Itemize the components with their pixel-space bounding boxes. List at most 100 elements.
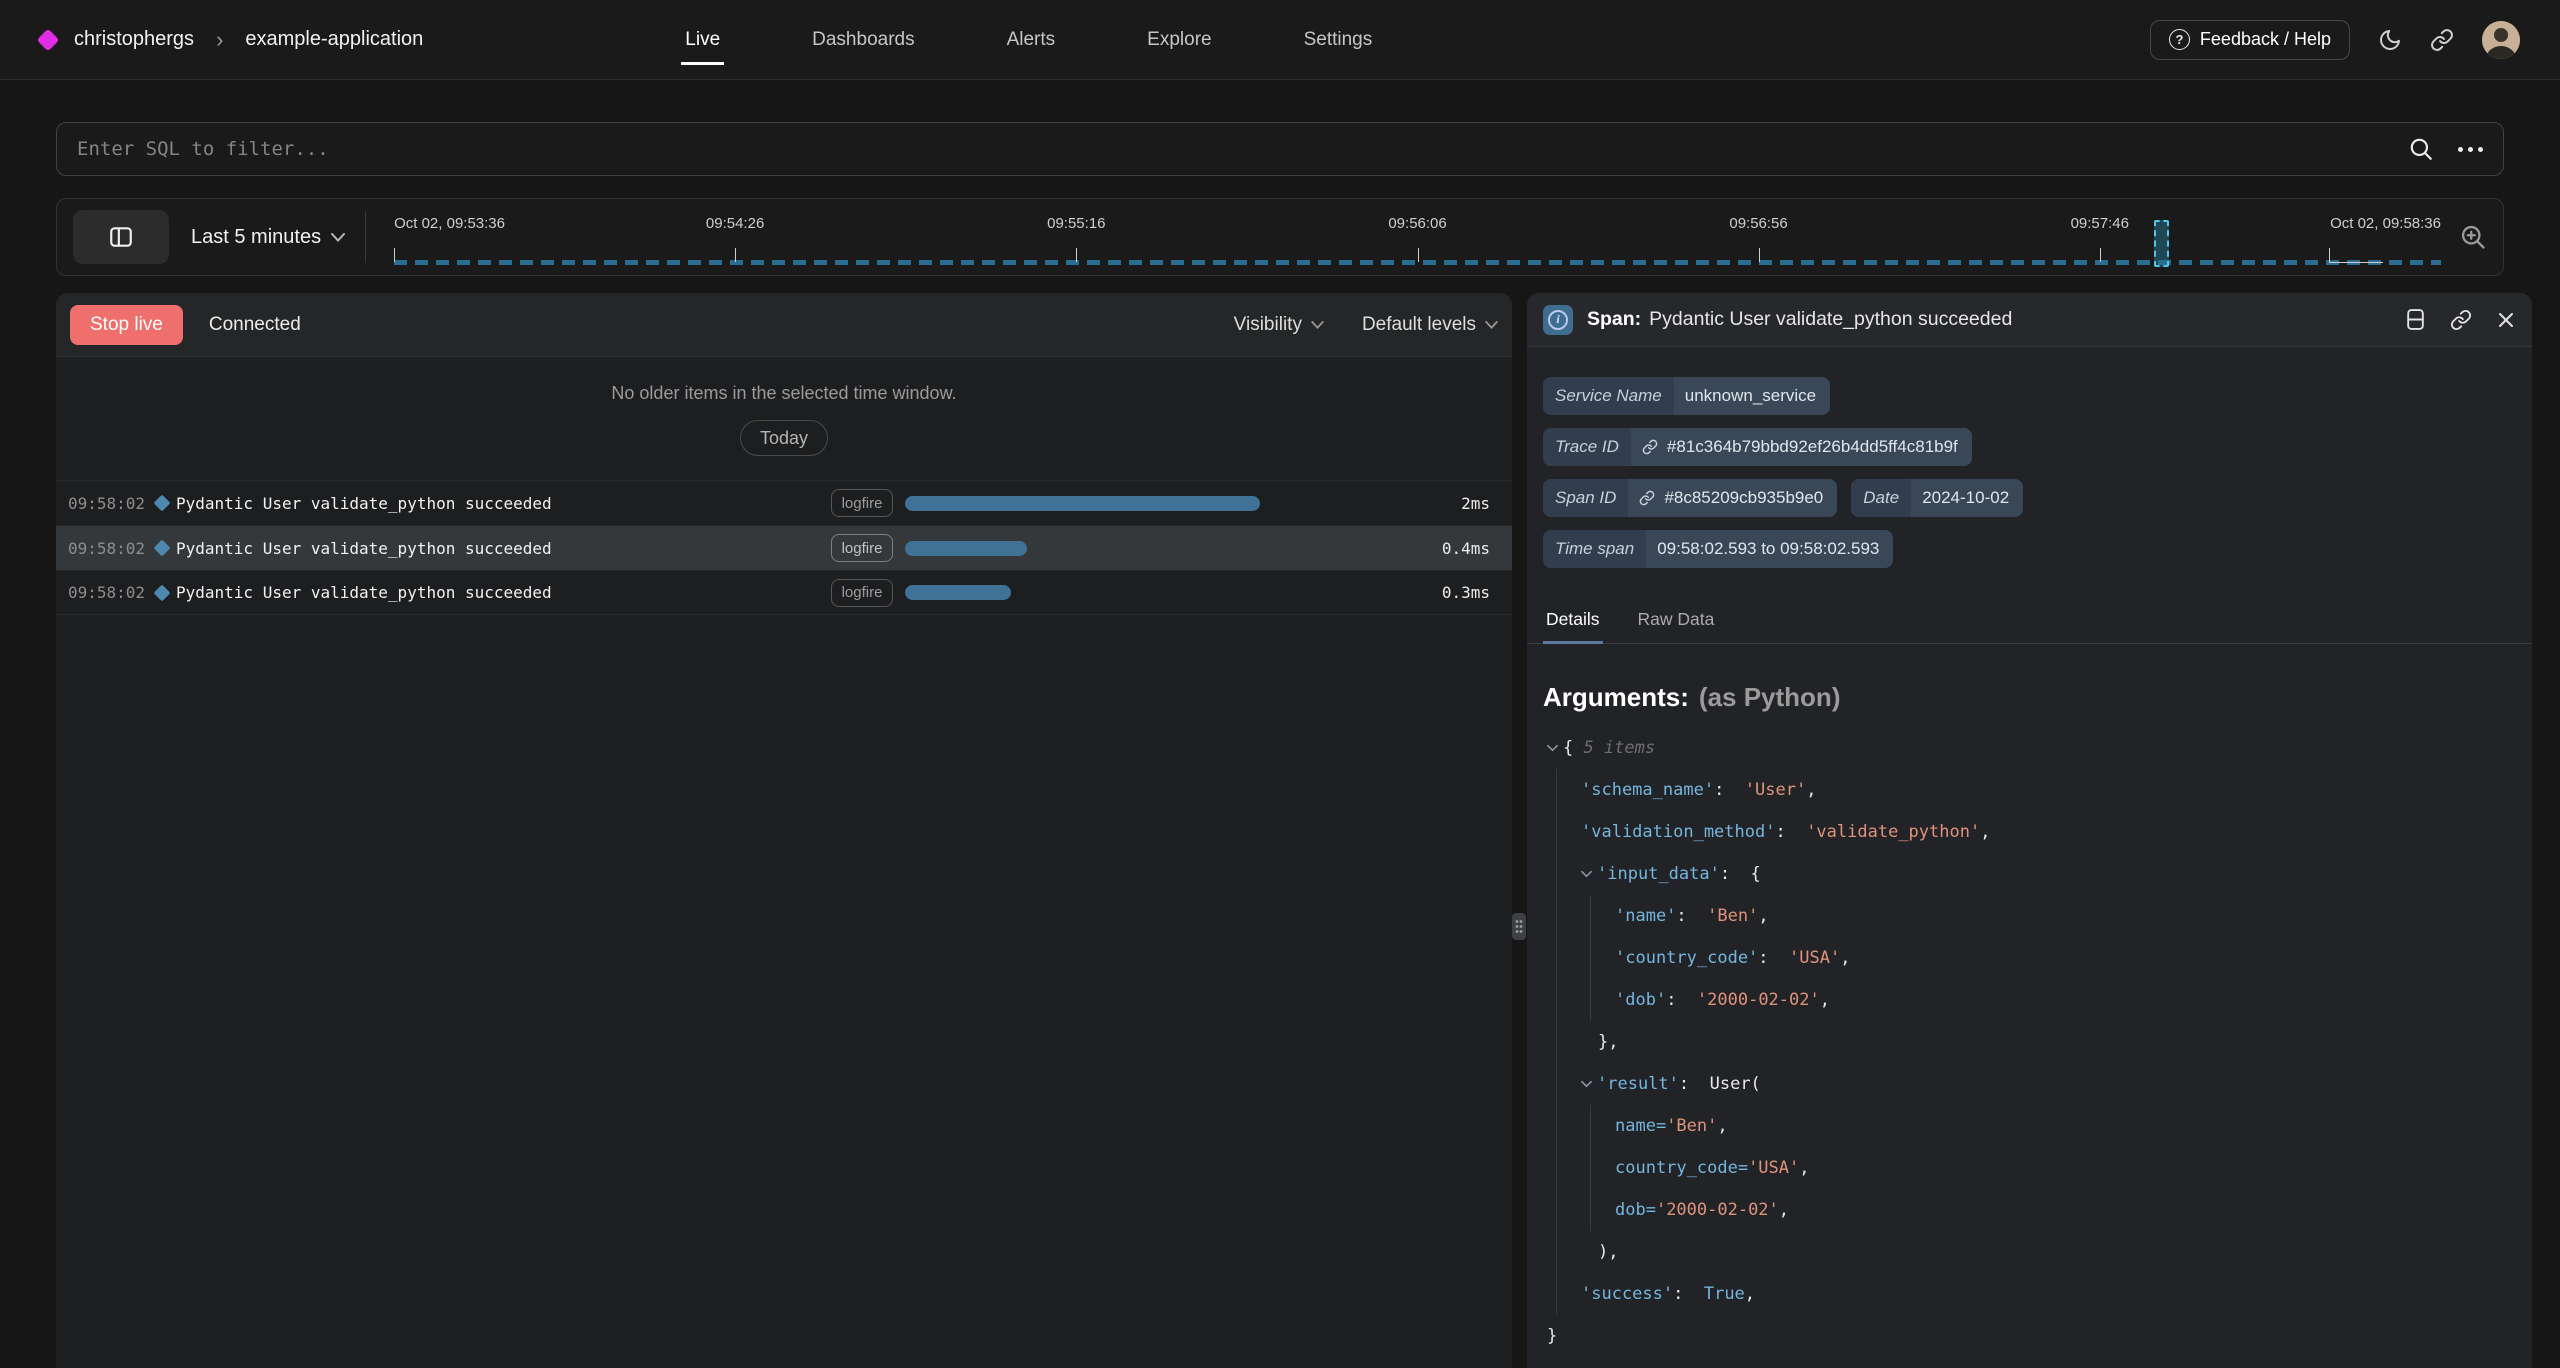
code-token: True [1704,1284,1745,1304]
timeline-right-tick [2329,248,2383,263]
logfire-tag[interactable]: logfire [831,489,893,517]
code-token: 'name' [1615,906,1676,926]
copy-link-icon[interactable] [2450,309,2472,331]
code-line: { 5 items [1543,727,2516,769]
span-row[interactable]: 09:58:02Pydantic User validate_python su… [56,570,1512,615]
badge-label: Trace ID [1543,428,1631,466]
time-range-label: Last 5 minutes [191,226,321,249]
stop-live-button[interactable]: Stop live [70,305,183,345]
logfire-tag[interactable]: logfire [831,579,893,607]
nav-tab-dashboards[interactable]: Dashboards [810,23,916,57]
time-range-selector[interactable]: Last 5 minutes [191,226,345,249]
more-options-icon[interactable] [2458,147,2483,152]
default-levels-dropdown[interactable]: Default levels [1362,314,1498,336]
code-token: } [1547,1326,1557,1346]
span-row[interactable]: 09:58:02Pydantic User validate_python su… [56,525,1512,570]
time-span-badge: Time span 09:58:02.593 to 09:58:02.593 [1543,530,1893,568]
indent-guide [1556,811,1557,853]
code-token: 'USA' [1748,1158,1799,1178]
indent-guide [1556,1147,1557,1189]
badge-value: unknown_service [1674,377,1830,415]
zoom-in-icon[interactable] [2459,223,2487,251]
visibility-dropdown[interactable]: Visibility [1234,314,1324,336]
dark-mode-moon-icon[interactable] [2378,28,2402,52]
timeline-tick-mark [394,248,395,262]
nav-tab-settings[interactable]: Settings [1302,23,1375,57]
timeline-tick-label: Oct 02, 09:58:36 [2330,215,2441,232]
sidebar-toggle-button[interactable] [73,210,169,264]
code-line: 'success': True, [1543,1273,2516,1315]
sql-filter-bar [56,122,2504,176]
split-panel-icon[interactable] [2405,308,2426,331]
collapse-caret-icon[interactable] [1581,853,1592,895]
breadcrumb-project[interactable]: example-application [245,28,423,51]
timeline-histogram[interactable]: Oct 02, 09:53:3609:54:2609:55:1609:56:06… [394,199,2441,275]
code-line: 'schema_name': 'User', [1543,769,2516,811]
timeline-tick-mark [2100,248,2101,262]
indent-guide [1590,937,1591,979]
user-avatar[interactable] [2482,21,2520,59]
badge-value: #81c364b79bbd92ef26b4dd5ff4c81b9f [1667,437,1958,457]
span-row[interactable]: 09:58:02Pydantic User validate_python su… [56,480,1512,525]
code-token: , [1745,1284,1755,1304]
nav-tab-alerts[interactable]: Alerts [1005,23,1058,57]
code-token: , [1820,990,1830,1010]
code-token: 'dob' [1615,990,1666,1010]
span-row-list: 09:58:02Pydantic User validate_python su… [56,480,1512,615]
nav-tab-explore[interactable]: Explore [1145,23,1213,57]
code-token: , [1799,1158,1809,1178]
pane-resize-handle[interactable] [1512,913,1526,940]
tab-raw-data[interactable]: Raw Data [1635,597,1718,643]
logfire-logo-icon[interactable] [37,28,60,51]
trace-id-badge[interactable]: Trace ID #81c364b79bbd92ef26b4dd5ff4c81b… [1543,428,1972,466]
feedback-help-button[interactable]: ? Feedback / Help [2150,20,2350,60]
span-metadata-badges: Service Name unknown_service Trace ID #8… [1527,347,2532,581]
share-link-icon[interactable] [2430,28,2454,52]
code-token: 'Ben' [1707,906,1758,926]
span-detail-panel: i Span:Pydantic User validate_python suc… [1527,293,2532,1368]
code-token: 'validate_python' [1806,822,1980,842]
breadcrumb-org[interactable]: christophergs [74,28,194,51]
code-token: 'schema_name' [1581,780,1714,800]
code-token: , [1779,1200,1789,1220]
row-message: Pydantic User validate_python succeeded [176,494,831,513]
code-token: : [1679,1074,1710,1094]
collapse-caret-icon[interactable] [1547,727,1558,769]
timeline-bar: Last 5 minutes Oct 02, 09:53:3609:54:260… [56,198,2504,276]
sql-filter-input[interactable] [77,138,2408,160]
code-token: { [1563,738,1583,758]
detail-tabs: Details Raw Data [1527,597,2532,644]
nav-tab-live[interactable]: Live [683,23,722,57]
collapse-caret-icon[interactable] [1581,1063,1592,1105]
code-token: '2000-02-02' [1656,1200,1779,1220]
row-duration: 0.4ms [1422,539,1512,558]
span-detail-header: i Span:Pydantic User validate_python suc… [1527,293,2532,347]
span-id-badge[interactable]: Span ID #8c85209cb935b9e0 [1543,479,1837,517]
duration-bar-track [905,541,1412,556]
duration-bar-track [905,496,1412,511]
search-icon[interactable] [2408,136,2434,162]
timeline-tick-label: 09:54:26 [706,215,764,232]
code-token: , [1806,780,1816,800]
logfire-tag[interactable]: logfire [831,534,893,562]
connection-status: Connected [209,314,301,336]
row-duration: 2ms [1422,494,1512,513]
top-header: christophergs › example-application Live… [0,0,2560,80]
tab-details[interactable]: Details [1543,597,1603,643]
code-line: 'validation_method': 'validate_python', [1543,811,2516,853]
code-token: : [1673,1284,1704,1304]
code-token: }, [1598,1032,1618,1052]
date-badge: Date 2024-10-02 [1851,479,2023,517]
timeline-tick-label: 09:56:06 [1388,215,1446,232]
indent-guide [1556,1105,1557,1147]
chevron-down-icon [1311,321,1324,329]
timeline-tick-mark [735,248,736,262]
code-token: country_code= [1615,1158,1748,1178]
badge-label: Date [1851,479,1911,517]
span-diamond-icon [148,542,176,554]
chevron-down-icon [1485,321,1498,329]
code-line: name='Ben', [1543,1105,2516,1147]
code-token: '2000-02-02' [1697,990,1820,1010]
today-button[interactable]: Today [740,420,828,456]
close-icon[interactable] [2496,310,2516,330]
